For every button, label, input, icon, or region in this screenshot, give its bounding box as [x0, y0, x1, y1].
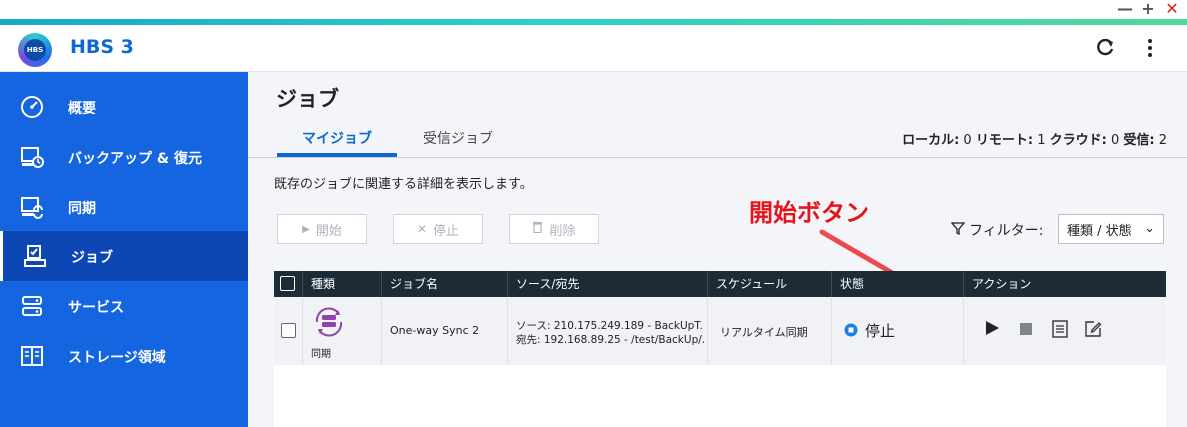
count-cloud-value: 0: [1110, 133, 1120, 148]
count-remote-label: リモート:: [975, 133, 1034, 148]
app-title: HBS 3: [70, 36, 134, 58]
minimize-button[interactable]: —: [1117, 1, 1133, 17]
count-remote-value: 1: [1037, 133, 1046, 148]
actions-cell: [964, 297, 1166, 365]
filter-icon: [950, 221, 966, 239]
sidebar-item-sync[interactable]: 同期: [0, 182, 248, 232]
sidebar-item-label: 同期: [68, 201, 96, 217]
sidebar: 概要 バックアップ & 復元 同期 ジョブ サービス ストレージ領域: [0, 72, 248, 427]
app-header: HBS HBS 3: [0, 25, 1187, 72]
delete-button-label: 削除: [549, 223, 576, 239]
sidebar-item-label: バックアップ & 復元: [68, 151, 202, 167]
column-header-actions: アクション: [972, 277, 1032, 291]
type-label: 同期: [311, 349, 331, 360]
column-header-source-dest[interactable]: ソース/宛先: [508, 271, 708, 297]
annotation-label: 開始ボタン: [749, 198, 869, 227]
tab-divider: [248, 157, 1187, 158]
select-all-checkbox[interactable]: [280, 276, 295, 291]
stop-button[interactable]: ✕ 停止: [393, 214, 483, 244]
service-icon: [20, 294, 44, 318]
sidebar-item-label: ストレージ領域: [68, 350, 166, 366]
schedule-text: リアルタイム同期: [720, 326, 808, 339]
sidebar-item-label: ジョブ: [71, 250, 113, 266]
count-local-label: ローカル:: [902, 133, 960, 148]
sidebar-item-storage[interactable]: ストレージ領域: [0, 331, 248, 381]
count-received-label: 受信:: [1123, 133, 1155, 148]
sidebar-item-services[interactable]: サービス: [0, 281, 248, 331]
storage-icon: [20, 344, 44, 368]
logo-text: HBS: [24, 39, 46, 61]
source-text: ソース: 210.175.249.189 - BackUpT...: [516, 320, 704, 332]
job-icon: [23, 244, 47, 268]
stop-icon[interactable]: [1020, 323, 1032, 338]
backup-restore-icon: [20, 145, 44, 169]
job-counts: ローカル: 0 リモート: 1 クラウド: 0 受信: 2: [902, 129, 1167, 148]
start-button-label: 開始: [315, 223, 342, 239]
source-dest-cell: ソース: 210.175.249.189 - BackUpT... 宛先: 19…: [508, 297, 708, 365]
job-name[interactable]: One-way Sync 2: [390, 324, 479, 337]
sync-icon: [20, 195, 44, 219]
close-x-icon: ✕: [416, 222, 428, 236]
status-cell: 停止: [832, 297, 964, 365]
jobs-table: 種類 ジョブ名 ソース/宛先 スケジュール 状態 アクション 同期 One-wa…: [274, 271, 1166, 427]
page-title: ジョブ: [276, 87, 339, 111]
sync-job-icon: [311, 304, 347, 343]
filter-selected-value: 種類 / 状態: [1067, 223, 1132, 239]
edit-icon[interactable]: [1084, 320, 1102, 341]
play-icon: ▶: [302, 223, 310, 235]
job-name-cell: One-way Sync 2: [382, 297, 508, 365]
filter-label-text: フィルター:: [969, 223, 1044, 239]
gauge-icon: [20, 95, 44, 119]
column-header-job-name[interactable]: ジョブ名: [382, 271, 508, 297]
column-header-type[interactable]: 種類: [303, 271, 382, 297]
start-button[interactable]: ▶ 開始: [277, 214, 367, 244]
chevron-down-icon: ⌄: [1144, 221, 1155, 236]
row-select-cell: [274, 297, 303, 365]
schedule-cell: リアルタイム同期: [708, 297, 832, 365]
refresh-icon[interactable]: [1094, 37, 1116, 59]
sidebar-item-label: サービス: [68, 300, 124, 316]
tab-my-jobs[interactable]: マイジョブ: [302, 128, 372, 148]
count-cloud-label: クラウド:: [1049, 133, 1107, 148]
window-titlebar: — + ✕: [0, 0, 1187, 20]
destination-text: 宛先: 192.168.89.25 - /test/BackUp/...: [516, 334, 704, 346]
stop-button-label: 停止: [433, 223, 460, 239]
maximize-button[interactable]: +: [1141, 1, 1155, 17]
filter-select[interactable]: 種類 / 状態 ⌄: [1058, 214, 1164, 244]
play-icon[interactable]: [984, 320, 1000, 339]
main-content: ジョブ マイジョブ 受信ジョブ ローカル: 0 リモート: 1 クラウド: 0 …: [248, 72, 1187, 427]
column-header-status[interactable]: 状態: [832, 271, 964, 297]
window-controls: — + ✕: [1117, 0, 1179, 18]
delete-button[interactable]: 削除: [509, 214, 599, 244]
sidebar-item-overview[interactable]: 概要: [0, 82, 248, 132]
stopped-status-icon: [844, 323, 858, 340]
count-local-value: 0: [963, 133, 972, 148]
type-cell: 同期: [303, 297, 382, 365]
sidebar-item-label: 概要: [68, 101, 96, 117]
table-header: 種類 ジョブ名 ソース/宛先 スケジュール 状態 アクション: [274, 271, 1166, 297]
log-icon[interactable]: [1052, 320, 1068, 341]
sidebar-item-backup-restore[interactable]: バックアップ & 復元: [0, 132, 248, 182]
hbs-logo-icon: HBS: [18, 33, 52, 67]
close-button[interactable]: ✕: [1165, 1, 1179, 17]
row-checkbox[interactable]: [281, 323, 296, 338]
sidebar-item-jobs[interactable]: ジョブ: [0, 231, 248, 281]
status-text: 停止: [865, 322, 896, 340]
select-all-cell: [274, 271, 303, 297]
table-row[interactable]: 同期 One-way Sync 2 ソース: 210.175.249.189 -…: [274, 297, 1166, 365]
page-description: 既存のジョブに関連する詳細を表示します。: [274, 177, 533, 192]
column-header-schedule[interactable]: スケジュール: [708, 271, 832, 297]
count-received-value: 2: [1158, 133, 1167, 148]
tab-received-jobs[interactable]: 受信ジョブ: [423, 128, 493, 148]
filter-label: フィルター:: [950, 220, 1044, 240]
more-menu-icon[interactable]: [1140, 37, 1160, 59]
trash-icon: [532, 221, 543, 237]
